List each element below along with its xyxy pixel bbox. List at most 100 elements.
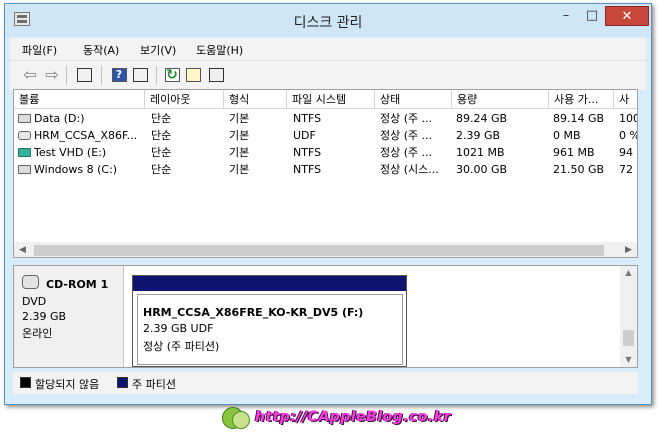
apple-logo-icon	[232, 411, 250, 429]
drive-icon	[18, 114, 31, 123]
col-header-capacity[interactable]: 용량	[452, 90, 549, 109]
scroll-right-icon[interactable]: ▶	[620, 242, 637, 257]
volume-cell: 89.24 GB	[456, 112, 508, 125]
col-header-status[interactable]: 상태	[375, 90, 452, 109]
volume-row[interactable]: Data (D:) 단순 기본 NTFS 정상 (주 ... 89.24 GB 89.14 …	[14, 110, 638, 127]
volume-row[interactable]: HRM_CCSA_X86F... 단순 기본 UDF 정상 (주 ... 2.39 GB 0…	[14, 127, 638, 144]
volume-cell: Windows 8 (C:)	[34, 163, 118, 176]
close-button[interactable]: ✕	[605, 6, 649, 26]
scroll-down-icon[interactable]: ▼	[620, 353, 637, 367]
partition-title: HRM_CCSA_X86FRE_KO-KR_DV5 (F:)	[143, 306, 364, 319]
cdrom-icon	[22, 275, 39, 289]
drive-icon	[18, 165, 31, 174]
volume-cell: NTFS	[293, 163, 322, 176]
disk-graphical-pane: CD-ROM 1 DVD 2.39 GB 온라인 HRM_CCSA_X86FRE…	[13, 265, 638, 368]
volume-cell: 30.00 GB	[456, 163, 508, 176]
toolbar-separator	[101, 66, 102, 85]
partition-size-fs: 2.39 GB UDF	[143, 322, 214, 335]
menu-bar: 파일(F) 동작(A) 보기(V) 도움말(H)	[10, 38, 646, 60]
vhd-icon	[18, 148, 31, 157]
minimize-button[interactable]: –	[553, 6, 579, 26]
volume-cell: 0 %	[619, 129, 638, 142]
menu-view[interactable]: 보기(V)	[140, 42, 176, 58]
volume-cell: 기본	[229, 129, 250, 142]
volume-cell: HRM_CCSA_X86F...	[34, 129, 138, 142]
volume-cell: 94	[619, 146, 633, 159]
primary-partition-bar	[133, 276, 406, 291]
toolbar: ⇦ ⇨ ? ↻	[10, 60, 646, 90]
volume-list-pane: 볼륨 레이아웃 형식 파일 시스템 상태 용량 사용 가... 사 Data (…	[13, 89, 638, 258]
watermark-text: http://CAppleBlog.co.kr	[255, 409, 452, 425]
volume-list-header: 볼륨 레이아웃 형식 파일 시스템 상태 용량 사용 가... 사	[14, 90, 637, 109]
partition-details[interactable]: HRM_CCSA_X86FRE_KO-KR_DV5 (F:) 2.39 GB U…	[137, 294, 403, 365]
volume-cell: NTFS	[293, 112, 322, 125]
volume-cell: 961 MB	[553, 146, 595, 159]
scroll-thumb[interactable]	[34, 245, 604, 256]
toolbar-separator	[156, 66, 157, 85]
legend-bar: 할당되지 않음 주 파티션	[13, 372, 638, 394]
refresh-icon[interactable]: ↻	[163, 67, 181, 84]
volume-cell: 정상 (주 ...	[380, 146, 433, 159]
volume-cell: NTFS	[293, 146, 322, 159]
volume-cell: Data (D:)	[34, 112, 85, 125]
back-arrow-icon[interactable]: ⇦	[21, 67, 39, 84]
maximize-button[interactable]: □	[579, 6, 605, 26]
primary-partition-swatch	[117, 377, 128, 388]
disk-info-panel[interactable]: CD-ROM 1 DVD 2.39 GB 온라인	[14, 266, 124, 367]
volume-cell: 단순	[151, 163, 172, 176]
col-header-type[interactable]: 형식	[224, 90, 287, 109]
menu-help[interactable]: 도움말(H)	[196, 42, 243, 58]
volume-cell: 정상 (시스...	[380, 163, 439, 176]
volume-row[interactable]: Windows 8 (C:) 단순 기본 NTFS 정상 (시스... 30.00 GB 2…	[14, 161, 637, 178]
volume-cell: 1021 MB	[456, 146, 505, 159]
volume-cell: 단순	[151, 146, 172, 159]
toolbar-separator	[66, 66, 67, 85]
watermark: http://CAppleBlog.co.kr	[222, 405, 452, 431]
scroll-thumb[interactable]	[623, 330, 634, 346]
volume-cell: Test VHD (E:)	[34, 146, 107, 159]
col-header-file-system[interactable]: 파일 시스템	[287, 90, 375, 109]
volume-cell: 기본	[229, 146, 250, 159]
unallocated-swatch	[20, 377, 31, 388]
volume-cell: 단순	[151, 129, 172, 142]
show-hide-console-tree-icon[interactable]	[75, 67, 93, 84]
volume-row[interactable]: Test VHD (E:) 단순 기본 NTFS 정상 (주 ... 1021 MB 961…	[14, 144, 637, 161]
horizontal-scrollbar[interactable]: ◀ ▶	[14, 242, 637, 257]
volume-cell: 기본	[229, 163, 250, 176]
disk-status: 온라인	[22, 327, 53, 340]
disk-type: DVD	[22, 295, 47, 308]
volume-cell: 0 MB	[553, 129, 581, 142]
volume-cell: 89.14 GB	[553, 112, 605, 125]
scroll-left-icon[interactable]: ◀	[14, 242, 31, 257]
scroll-up-icon[interactable]: ▲	[620, 266, 637, 280]
legend-primary-partition-label: 주 파티션	[132, 378, 176, 391]
disk-size: 2.39 GB	[22, 310, 67, 323]
volume-cell: 단순	[151, 112, 172, 125]
volume-cell: 100	[619, 112, 638, 125]
forward-arrow-icon[interactable]: ⇨	[43, 67, 61, 84]
disk-name: CD-ROM 1	[46, 278, 109, 291]
volume-cell: 정상 (주 ...	[380, 129, 433, 142]
menu-file[interactable]: 파일(F)	[22, 42, 57, 58]
volume-cell: 정상 (주 ...	[380, 112, 433, 125]
partition-block[interactable]: HRM_CCSA_X86FRE_KO-KR_DV5 (F:) 2.39 GB U…	[132, 275, 407, 367]
cdrom-icon	[18, 131, 31, 140]
col-header-volume[interactable]: 볼륨	[14, 90, 145, 109]
partition-state: 정상 (주 파티션)	[143, 340, 220, 353]
help-icon[interactable]: ?	[110, 67, 128, 84]
volume-cell: 21.50 GB	[553, 163, 605, 176]
title-bar[interactable]: 디스크 관리 – □ ✕	[5, 4, 651, 37]
volume-cell: 72	[619, 163, 633, 176]
volume-cell: 기본	[229, 112, 250, 125]
settings-icon[interactable]	[207, 67, 225, 84]
col-header-percent-free[interactable]: 사	[614, 90, 637, 109]
volume-cell: UDF	[293, 129, 316, 142]
col-header-layout[interactable]: 레이아웃	[145, 90, 224, 109]
col-header-free-space[interactable]: 사용 가...	[549, 90, 614, 109]
vertical-scrollbar[interactable]: ▲ ▼	[620, 266, 637, 367]
legend-unallocated-label: 할당되지 않음	[35, 378, 100, 391]
properties-icon[interactable]	[184, 67, 202, 84]
volume-cell: 2.39 GB	[456, 129, 501, 142]
show-action-pane-icon[interactable]	[131, 67, 149, 84]
menu-action[interactable]: 동작(A)	[83, 42, 119, 58]
